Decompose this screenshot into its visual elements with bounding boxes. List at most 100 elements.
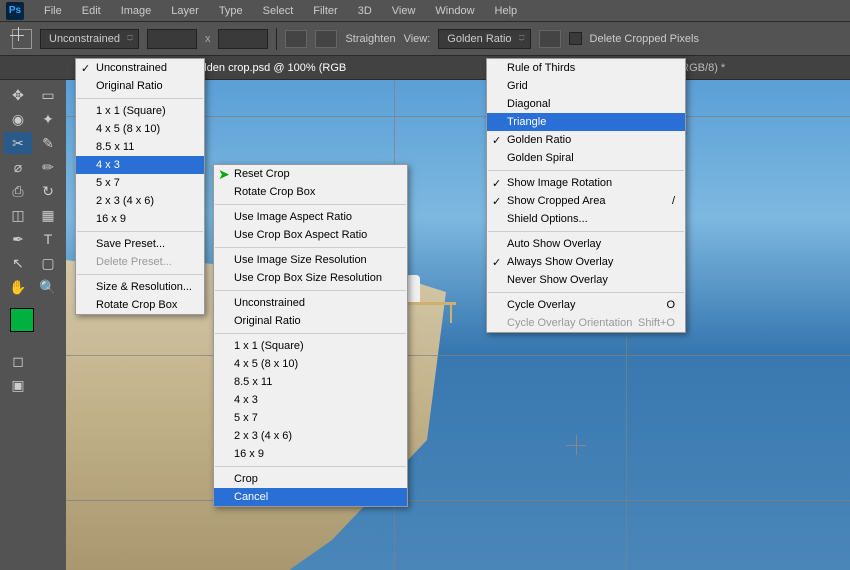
menu-item[interactable]: Rotate Crop Box — [76, 296, 204, 314]
menu-item[interactable]: Shield Options... — [487, 210, 685, 228]
fg-color-swatch[interactable] — [10, 308, 34, 332]
menu-item[interactable]: Show Image Rotation — [487, 174, 685, 192]
swap-icon[interactable] — [285, 30, 307, 48]
menu-item[interactable]: 4 x 5 (8 x 10) — [76, 120, 204, 138]
menu-item[interactable]: Use Image Aspect Ratio — [214, 208, 407, 226]
tab-doc[interactable]: golden crop.psd @ 100% (RGB — [182, 62, 356, 74]
menu-item[interactable]: Diagonal — [487, 95, 685, 113]
menu-layer[interactable]: Layer — [161, 5, 209, 17]
menu-item[interactable]: Cancel — [214, 488, 407, 506]
view-overlay-menu[interactable]: Rule of ThirdsGridDiagonalTriangleGolden… — [486, 58, 686, 333]
menu-file[interactable]: File — [34, 5, 72, 17]
menu-item[interactable]: Show Cropped Area/ — [487, 192, 685, 210]
menu-item[interactable]: 8.5 x 11 — [214, 373, 407, 391]
path-tool[interactable]: ↖ — [4, 252, 32, 274]
zoom-tool[interactable]: 🔍 — [34, 276, 62, 298]
settings-gear-icon[interactable] — [539, 30, 561, 48]
height-input[interactable] — [218, 29, 268, 49]
menu-item[interactable]: Rule of Thirds — [487, 59, 685, 77]
menu-item[interactable]: 2 x 3 (4 x 6) — [76, 192, 204, 210]
menu-item[interactable]: Golden Spiral — [487, 149, 685, 167]
menu-3d[interactable]: 3D — [348, 5, 382, 17]
crop-center-icon — [566, 435, 586, 455]
stamp-tool[interactable]: ⎙ — [4, 180, 32, 202]
menu-view[interactable]: View — [382, 5, 426, 17]
menu-item[interactable]: Grid — [487, 77, 685, 95]
aspect-ratio-menu[interactable]: UnconstrainedOriginal Ratio 1 x 1 (Square… — [75, 58, 205, 315]
menu-item[interactable]: 4 x 3 — [76, 156, 204, 174]
screen-mode-icon[interactable]: ▣ — [4, 374, 32, 396]
menu-item[interactable]: Original Ratio — [76, 77, 204, 95]
crop-tool[interactable]: ✂ — [4, 132, 32, 154]
pen-tool[interactable]: ✒ — [4, 228, 32, 250]
marquee-tool[interactable]: ▭ — [34, 84, 62, 106]
menu-item[interactable]: 16 x 9 — [214, 445, 407, 463]
menu-item[interactable]: 5 x 7 — [76, 174, 204, 192]
menu-separator — [77, 98, 203, 99]
menu-item[interactable]: Crop — [214, 470, 407, 488]
menu-item: Delete Preset... — [76, 253, 204, 271]
menu-help[interactable]: Help — [485, 5, 528, 17]
menu-item[interactable]: Rotate Crop Box — [214, 183, 407, 201]
brush-tool[interactable]: ✏ — [34, 156, 62, 178]
eyedropper-tool[interactable]: ✎ — [34, 132, 62, 154]
aspect-ratio-dropdown[interactable]: Unconstrained — [40, 29, 139, 49]
wand-tool[interactable]: ✦ — [34, 108, 62, 130]
menu-image[interactable]: Image — [111, 5, 162, 17]
history-brush-tool[interactable]: ↻ — [34, 180, 62, 202]
menu-item[interactable]: 1 x 1 (Square) — [76, 102, 204, 120]
menu-item[interactable]: Original Ratio — [214, 312, 407, 330]
app-logo: Ps — [6, 2, 24, 20]
menu-item[interactable]: Use Image Size Resolution — [214, 251, 407, 269]
menu-select[interactable]: Select — [253, 5, 304, 17]
color-swatches[interactable] — [4, 300, 62, 340]
gradient-tool[interactable]: ▦ — [34, 204, 62, 226]
menu-item[interactable]: Save Preset... — [76, 235, 204, 253]
menu-item[interactable]: Unconstrained — [214, 294, 407, 312]
menu-item[interactable]: 4 x 5 (8 x 10) — [214, 355, 407, 373]
menu-item[interactable]: Always Show Overlay — [487, 253, 685, 271]
menu-separator — [215, 333, 406, 334]
menu-item[interactable]: Unconstrained — [76, 59, 204, 77]
options-bar: Unconstrained x Straighten View: Golden … — [0, 22, 850, 56]
menu-item[interactable]: Auto Show Overlay — [487, 235, 685, 253]
view-overlay-dropdown[interactable]: Golden Ratio — [438, 29, 530, 49]
eraser-tool[interactable]: ◫ — [4, 204, 32, 226]
menu-item[interactable]: Triangle — [487, 113, 685, 131]
lasso-tool[interactable]: ◉ — [4, 108, 32, 130]
menu-item[interactable]: 5 x 7 — [214, 409, 407, 427]
menu-window[interactable]: Window — [425, 5, 484, 17]
heal-tool[interactable]: ⌀ — [4, 156, 32, 178]
delete-pixels-label: Delete Cropped Pixels — [590, 33, 699, 45]
menu-item[interactable]: Use Crop Box Size Resolution — [214, 269, 407, 287]
menu-item[interactable]: Size & Resolution... — [76, 278, 204, 296]
straighten-icon[interactable] — [315, 30, 337, 48]
hand-tool[interactable]: ✋ — [4, 276, 32, 298]
mask-mode-icon[interactable]: ◻ — [4, 350, 32, 372]
menu-type[interactable]: Type — [209, 5, 253, 17]
delete-pixels-checkbox[interactable] — [569, 32, 582, 45]
menu-item[interactable]: 2 x 3 (4 x 6) — [214, 427, 407, 445]
menu-item[interactable]: 8.5 x 11 — [76, 138, 204, 156]
menu-separator — [77, 231, 203, 232]
menu-separator — [488, 231, 684, 232]
shape-tool[interactable]: ▢ — [34, 252, 62, 274]
crop-overlay-line — [66, 355, 850, 356]
menu-item[interactable]: 16 x 9 — [76, 210, 204, 228]
menu-item[interactable]: Golden Ratio — [487, 131, 685, 149]
menu-item[interactable]: Cycle OverlayO — [487, 296, 685, 314]
menu-item[interactable]: Never Show Overlay — [487, 271, 685, 289]
x-label: x — [205, 33, 211, 45]
menu-separator — [488, 170, 684, 171]
menu-item[interactable]: 1 x 1 (Square) — [214, 337, 407, 355]
menu-item[interactable]: Use Crop Box Aspect Ratio — [214, 226, 407, 244]
menu-separator — [77, 274, 203, 275]
menu-item[interactable]: Reset Crop — [214, 165, 407, 183]
type-tool[interactable]: T — [34, 228, 62, 250]
menu-filter[interactable]: Filter — [303, 5, 347, 17]
move-tool[interactable]: ✥ — [4, 84, 32, 106]
width-input[interactable] — [147, 29, 197, 49]
menu-item[interactable]: 4 x 3 — [214, 391, 407, 409]
crop-context-menu[interactable]: Reset CropRotate Crop Box Use Image Aspec… — [213, 164, 408, 507]
menu-edit[interactable]: Edit — [72, 5, 111, 17]
